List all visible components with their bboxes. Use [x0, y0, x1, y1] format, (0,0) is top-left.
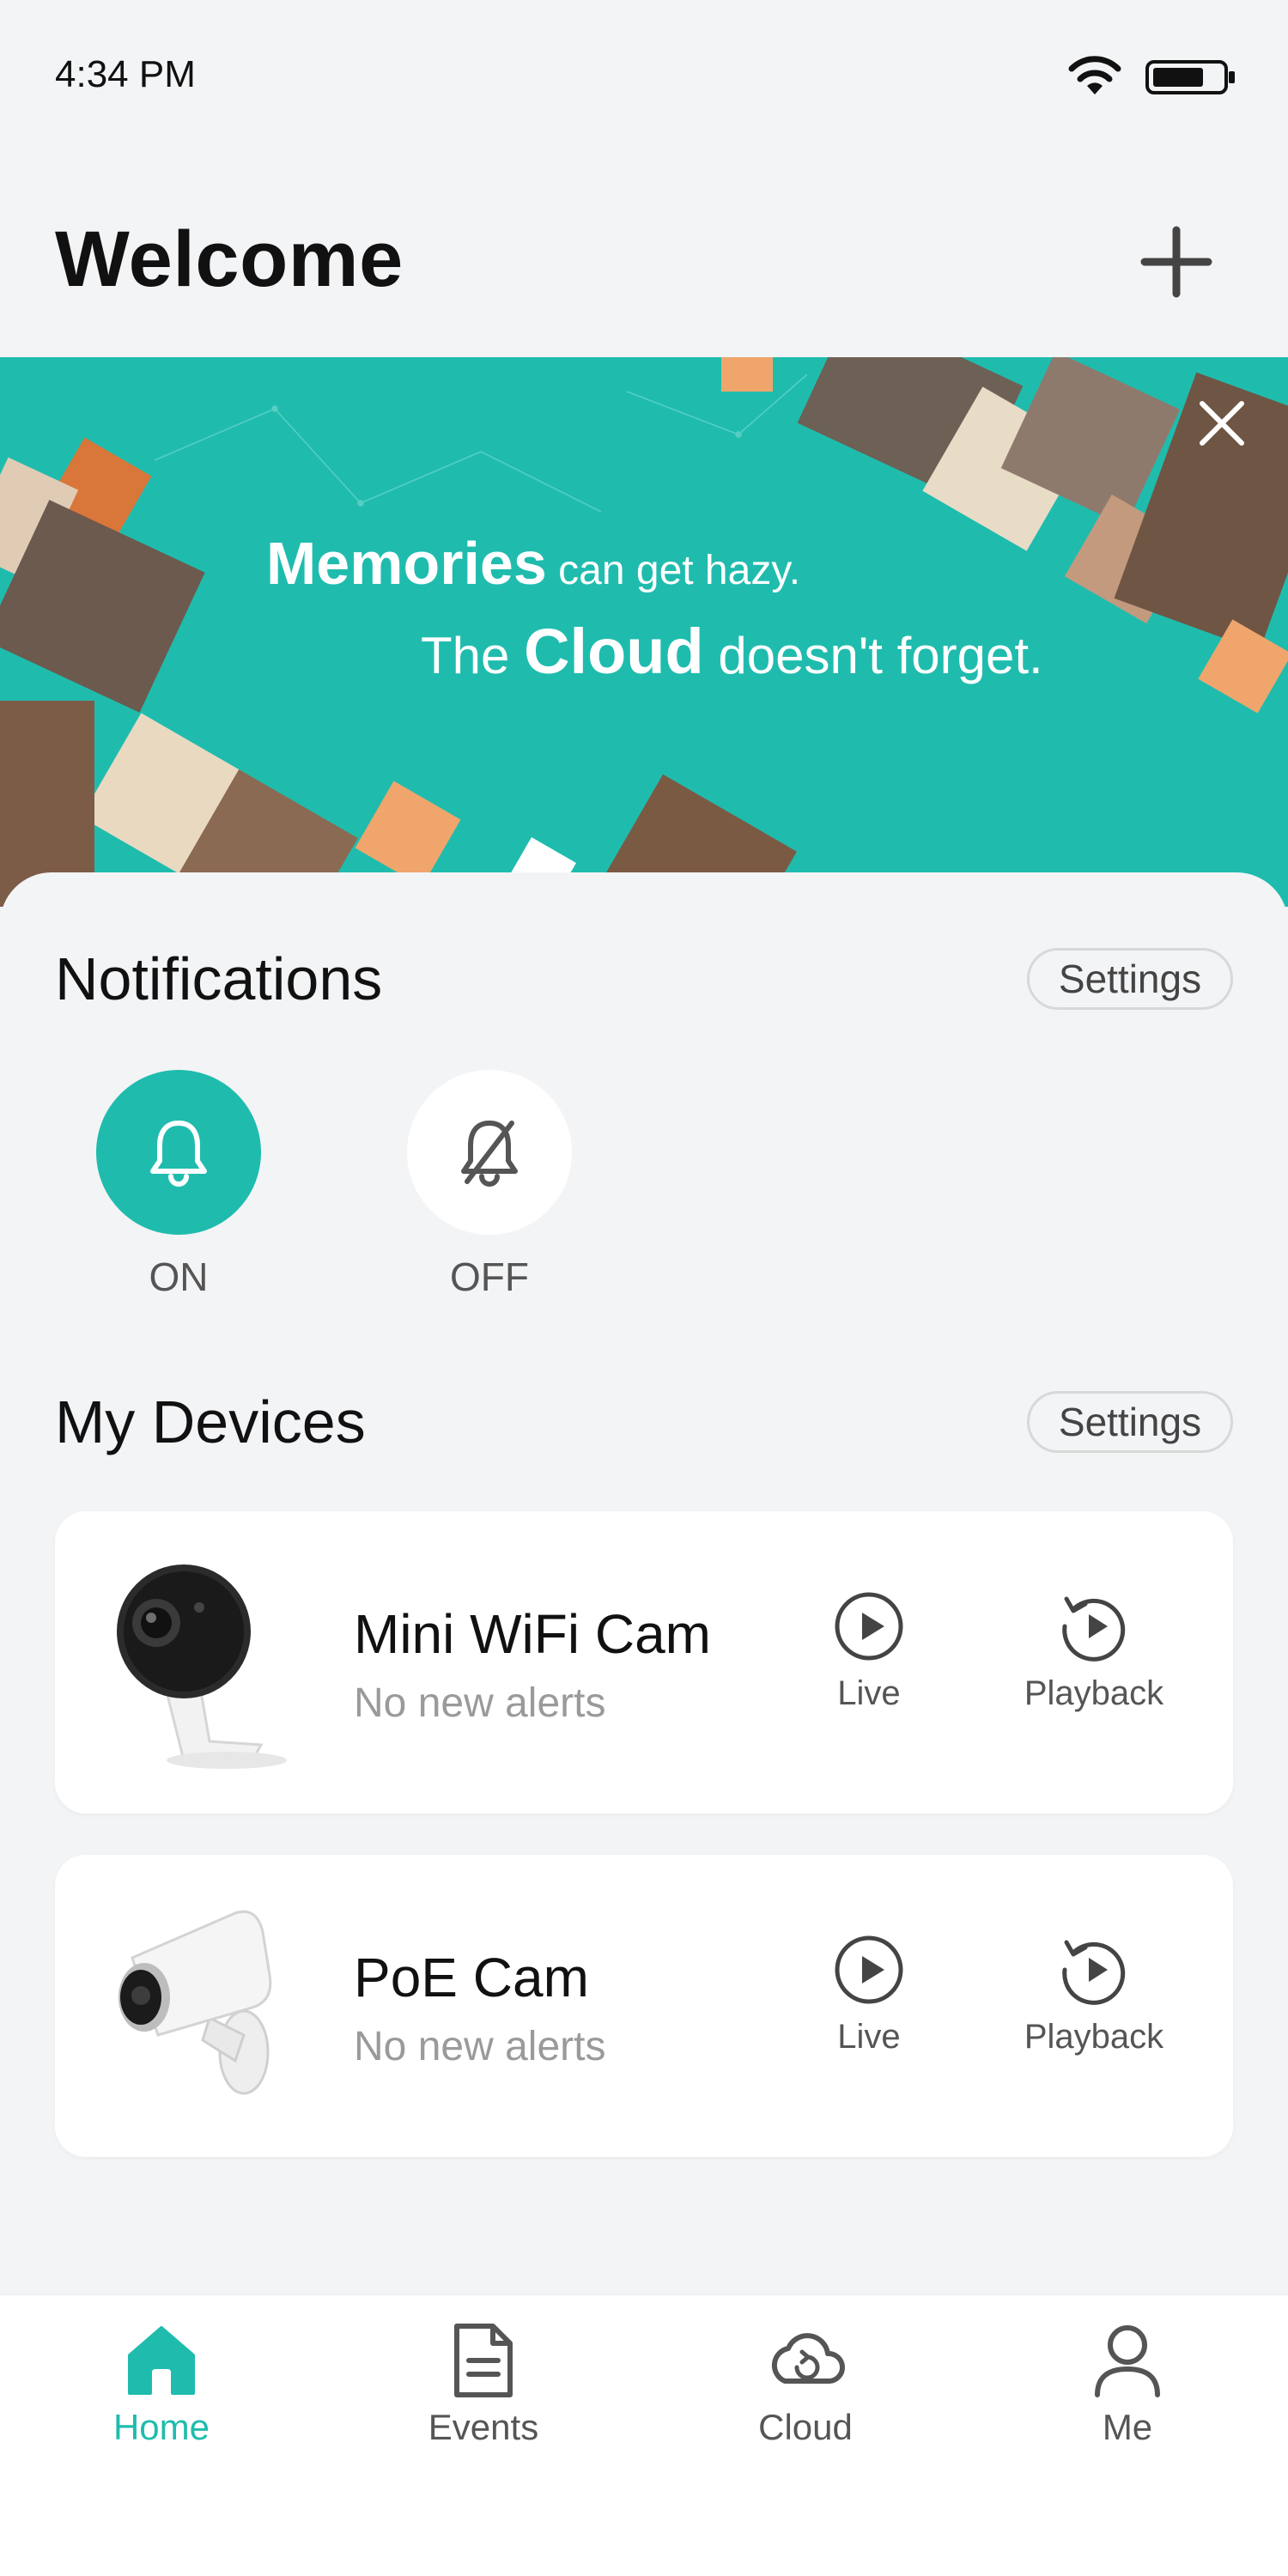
live-button[interactable]: Live — [817, 1590, 920, 1713]
notification-on-toggle[interactable] — [96, 1070, 261, 1235]
nav-item-me[interactable]: Me — [1024, 2321, 1230, 2448]
banner-headline: Memories can get hazy. — [266, 530, 801, 597]
nav-item-cloud[interactable]: Cloud — [702, 2321, 908, 2448]
device-status: No new alerts — [354, 1680, 606, 1726]
notifications-title: Notifications — [55, 945, 383, 1012]
playback-label: Playback — [1024, 2018, 1164, 2056]
add-device-button[interactable] — [1138, 223, 1215, 301]
promo-banner[interactable]: Memories can get hazy. The Cloud doesn't… — [0, 357, 1288, 907]
cloud-icon — [771, 2333, 845, 2384]
nav-label-home: Home — [112, 2407, 210, 2447]
mini-wifi-camera-image — [117, 1564, 287, 1769]
play-icon — [835, 1935, 903, 2004]
document-icon — [454, 2324, 513, 2397]
person-icon — [1095, 2325, 1160, 2397]
playback-button[interactable]: Playback — [1008, 1934, 1180, 2057]
notifications-off-option[interactable]: OFF — [404, 1070, 575, 1300]
page-title: Welcome — [55, 216, 404, 303]
nav-label-events: Events — [428, 2407, 539, 2447]
nav-item-events[interactable]: Events — [380, 2321, 586, 2448]
bell-icon — [150, 1121, 207, 1187]
battery-icon — [1145, 60, 1235, 94]
notification-on-label: ON — [149, 1255, 209, 1299]
notifications-on-option[interactable]: ON — [93, 1070, 264, 1300]
live-label: Live — [837, 2018, 901, 2056]
nav-label-me: Me — [1102, 2407, 1153, 2447]
device-card-mini-wifi-cam[interactable]: Mini WiFi Cam No new alerts Live Playbac… — [55, 1511, 1233, 1814]
playback-button[interactable]: Playback — [1008, 1590, 1180, 1713]
notification-off-toggle[interactable] — [407, 1070, 572, 1235]
device-status: No new alerts — [354, 2024, 606, 2069]
poe-bullet-camera-image — [118, 1910, 272, 2095]
replay-icon — [1062, 1596, 1126, 1662]
replay-icon — [1062, 1940, 1126, 2005]
wifi-icon — [1068, 56, 1121, 94]
live-button[interactable]: Live — [817, 1934, 920, 2057]
live-label: Live — [837, 1674, 901, 1712]
status-time: 4:34 PM — [55, 53, 196, 95]
bell-off-icon — [461, 1121, 518, 1187]
devices-settings-button[interactable]: Settings — [1027, 1391, 1233, 1453]
nav-item-home[interactable]: Home — [58, 2321, 264, 2448]
close-icon[interactable] — [1194, 395, 1250, 452]
bottom-nav: Home Events Cloud Me — [0, 2294, 1288, 2576]
status-bar: 4:34 PM — [0, 0, 1288, 146]
nav-label-cloud: Cloud — [758, 2407, 853, 2447]
device-name: PoE Cam — [354, 1947, 589, 2008]
notifications-settings-button[interactable]: Settings — [1027, 948, 1233, 1010]
my-devices-title: My Devices — [55, 1388, 366, 1455]
playback-label: Playback — [1024, 1674, 1164, 1712]
home-icon — [128, 2326, 195, 2395]
content-sheet: Notifications Settings ON OFF My Devices… — [0, 872, 1288, 2298]
notification-off-label: OFF — [450, 1255, 529, 1299]
device-card-poe-cam[interactable]: PoE Cam No new alerts Live Playback — [55, 1855, 1233, 2157]
play-icon — [835, 1592, 903, 1661]
banner-subheadline: The Cloud doesn't forget. — [421, 616, 1043, 687]
device-name: Mini WiFi Cam — [354, 1603, 711, 1665]
